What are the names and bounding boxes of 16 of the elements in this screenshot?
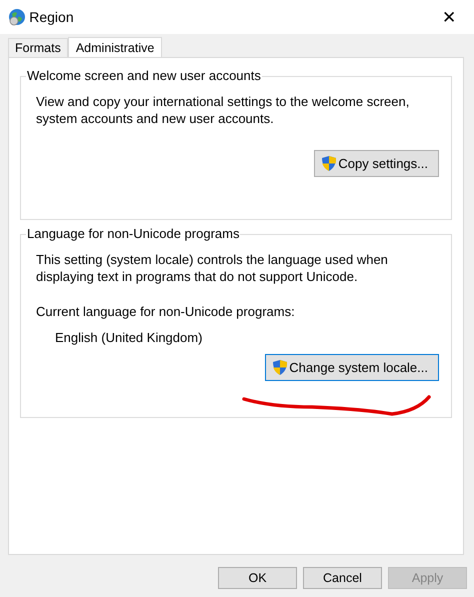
close-button[interactable]: ✕ <box>438 8 460 26</box>
shield-icon <box>321 155 338 172</box>
copy-settings-button[interactable]: Copy settings... <box>314 150 439 177</box>
tab[interactable]: Administrative <box>68 37 162 58</box>
tab[interactable]: Formats <box>8 38 68 57</box>
field-label: Current language for non-Unicode programs: <box>36 303 296 320</box>
change-locale-button[interactable]: Change system locale... <box>265 354 439 381</box>
description-text: View and copy your international settings to the welcome screen, system accounts and new user accounts. <box>36 93 410 127</box>
shield-icon <box>272 359 288 376</box>
dialog-button[interactable]: OK <box>218 567 297 589</box>
locale-value: English (United Kingdom) <box>54 329 204 346</box>
dialog-button[interactable]: Cancel <box>303 567 382 589</box>
description-text: This setting (system locale) controls the language used when displaying text in programs that do not support Unicode. <box>36 251 389 285</box>
group-title: Language for non-Unicode programs <box>26 226 240 242</box>
globe-icon <box>8 8 26 26</box>
window-title: Region <box>29 8 74 27</box>
